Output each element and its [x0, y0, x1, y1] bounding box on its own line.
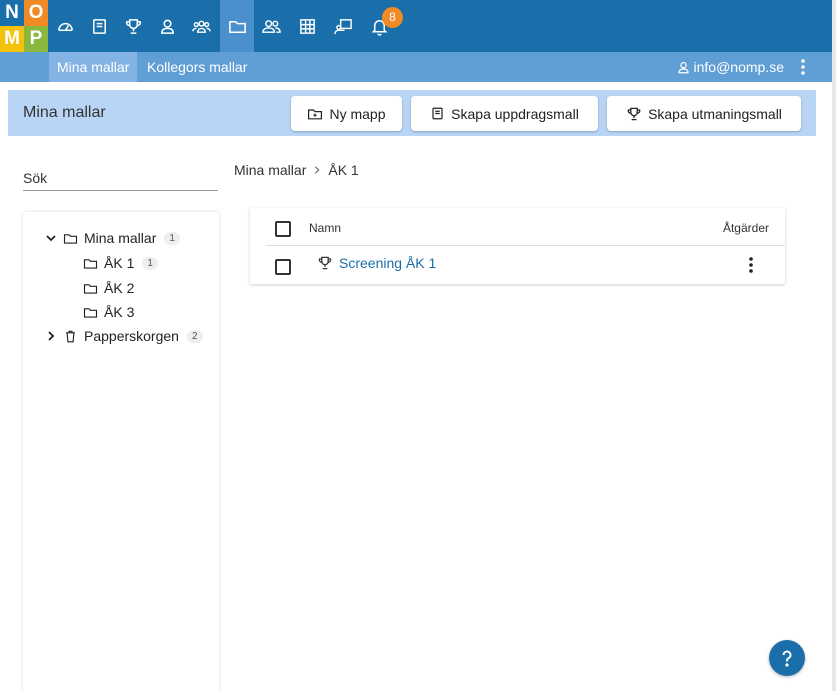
dashboard-icon	[57, 22, 73, 31]
tree-item-label: ÅK 3	[104, 304, 135, 320]
column-header-name[interactable]: Namn	[309, 221, 341, 235]
tree-item-label: Papperskorgen	[84, 328, 179, 344]
book-icon	[432, 107, 443, 120]
page-title: Mina mallar	[23, 104, 106, 121]
folder-icon	[83, 283, 98, 294]
table-header: Namn Åtgärder	[266, 208, 785, 246]
tree-item-count: 2	[186, 329, 203, 343]
folder-plus-icon	[308, 108, 323, 119]
presentation-nav-button[interactable]	[326, 0, 360, 52]
dashboard-nav-button[interactable]	[48, 0, 82, 52]
breadcrumb-item-current: ÅK 1	[328, 162, 359, 178]
tab-kollegors-mallar[interactable]: Kollegors mallar	[139, 52, 255, 82]
logo-letter-o: O	[24, 0, 48, 26]
new-folder-button[interactable]: Ny mapp	[291, 96, 402, 131]
page-header: Mina mallar Ny mapp Skapa uppdragsmall S…	[8, 90, 816, 136]
nomp-logo[interactable]: N O M P	[0, 0, 48, 52]
tree-item-papperskorgen[interactable]: Papperskorgen 2	[45, 328, 203, 344]
users-icon	[261, 19, 281, 33]
breadcrumb-item-mina-mallar[interactable]: Mina mallar	[234, 162, 306, 178]
sub-navbar: Mina mallar Kollegors mallar info@nomp.s…	[0, 52, 832, 82]
help-button[interactable]	[769, 640, 805, 676]
chevron-down-icon[interactable]	[45, 232, 57, 244]
tree-item-ak2[interactable]: ÅK 2	[83, 280, 134, 296]
template-name: Screening ÅK 1	[339, 255, 437, 271]
group-nav-button[interactable]	[184, 0, 218, 52]
more-vertical-icon[interactable]	[796, 58, 810, 76]
create-challenge-label: Skapa utmaningsmall	[648, 105, 782, 122]
folder-icon	[63, 233, 78, 244]
notification-badge: 8	[382, 7, 403, 28]
trophy-nav-button[interactable]	[116, 0, 150, 52]
search-underline	[23, 190, 218, 191]
tree-item-label: ÅK 2	[104, 280, 135, 296]
tree-item-count: 1	[164, 231, 180, 245]
tree-item-label: Mina mallar	[84, 230, 157, 246]
folder-icon	[83, 258, 98, 269]
folder-icon	[83, 307, 98, 318]
logo-letter-p: P	[24, 26, 48, 52]
tree-item-ak3[interactable]: ÅK 3	[83, 304, 134, 320]
create-challenge-button[interactable]: Skapa utmaningsmall	[607, 96, 801, 131]
search-input[interactable]: Sök	[23, 170, 47, 186]
page-scrollbar[interactable]	[832, 0, 836, 691]
tree-item-ak1[interactable]: ÅK 1 1	[83, 255, 158, 271]
row-checkbox[interactable]	[275, 259, 291, 275]
user-icon	[160, 19, 174, 34]
user-nav-button[interactable]	[150, 0, 184, 52]
create-assignment-label: Skapa uppdragsmall	[451, 105, 579, 122]
tree-item-count: 1	[142, 256, 158, 270]
trash-icon	[66, 330, 75, 342]
group-icon	[191, 20, 211, 33]
user-icon	[677, 61, 689, 73]
tree-item-mina-mallar[interactable]: Mina mallar 1	[45, 230, 180, 246]
tab-mina-mallar[interactable]: Mina mallar	[49, 52, 138, 82]
logo-letter-n: N	[0, 0, 24, 26]
create-assignment-button[interactable]: Skapa uppdragsmall	[411, 96, 598, 131]
new-folder-label: Ny mapp	[329, 105, 386, 122]
trophy-icon	[125, 18, 141, 34]
user-email: info@nomp.se	[693, 59, 784, 75]
grid-nav-button[interactable]	[290, 0, 324, 52]
folder-nav-button[interactable]	[220, 0, 254, 52]
logo-letter-m: M	[0, 26, 24, 52]
grid-icon	[299, 18, 315, 34]
templates-table: Namn Åtgärder Screening ÅK 1	[250, 208, 785, 284]
tree-item-label: ÅK 1	[104, 255, 135, 271]
top-navbar: N O M P 8	[0, 0, 832, 52]
user-menu-link[interactable]: info@nomp.se	[676, 52, 784, 82]
book-nav-button[interactable]	[82, 0, 116, 52]
chevron-right-icon[interactable]	[45, 330, 57, 342]
question-icon	[782, 650, 792, 667]
column-header-actions: Åtgärder	[722, 221, 769, 235]
trophy-icon	[627, 107, 641, 120]
presentation-icon	[333, 18, 352, 34]
breadcrumb: Mina mallar ÅK 1	[234, 162, 359, 178]
folder-icon	[228, 20, 246, 33]
folder-tree: Mina mallar 1 ÅK 1 1 ÅK 2 ÅK 3 Pappersko…	[23, 212, 219, 691]
users-nav-button[interactable]	[254, 0, 288, 52]
trophy-icon	[318, 256, 332, 270]
select-all-checkbox[interactable]	[275, 221, 291, 237]
template-link[interactable]: Screening ÅK 1	[317, 255, 436, 271]
row-actions-icon[interactable]	[747, 256, 755, 274]
book-icon	[92, 18, 106, 34]
chevron-right-icon	[315, 166, 320, 174]
